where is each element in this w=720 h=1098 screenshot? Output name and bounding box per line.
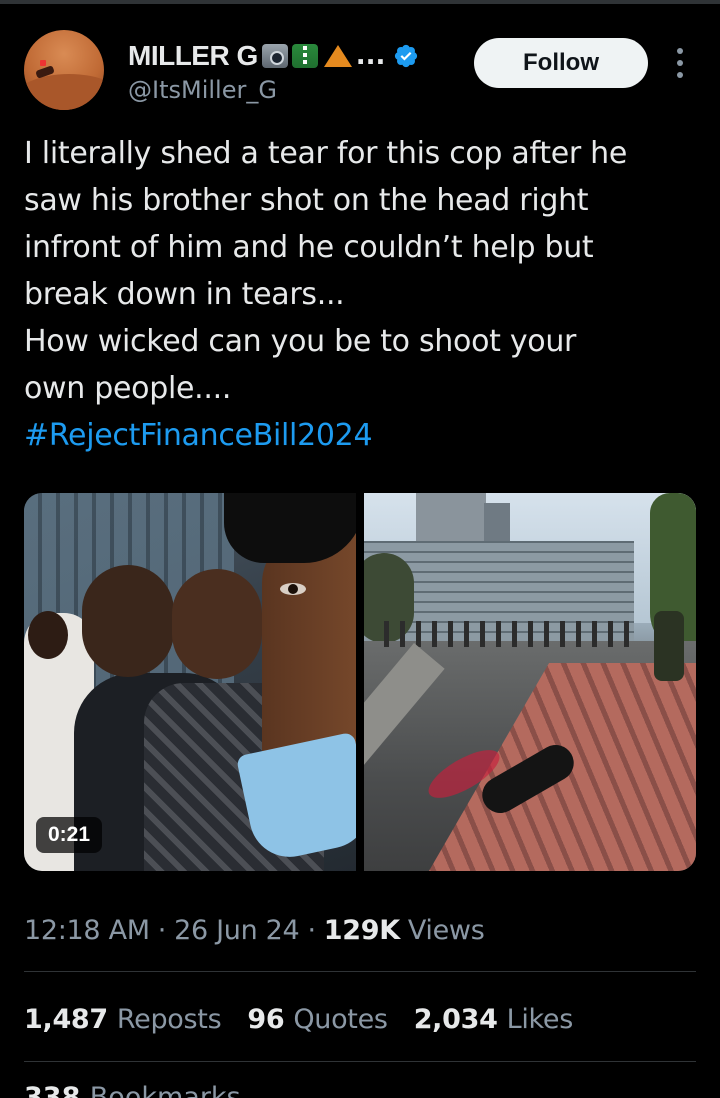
avatar[interactable] (24, 30, 104, 110)
more-options-icon[interactable] (670, 48, 690, 78)
tweet-line: break down in tears... (24, 277, 345, 312)
l-head1 (28, 611, 68, 659)
follow-button[interactable]: Follow (474, 38, 648, 88)
l-eye (280, 583, 306, 595)
views-label: Views (407, 914, 485, 946)
camera-flash-icon (261, 44, 288, 68)
l-head2 (82, 565, 174, 677)
tweet-line: How wicked can you be to shoot your (24, 324, 577, 359)
top-divider (0, 0, 720, 4)
tweet-text: I literally shed a tear for this cop aft… (24, 130, 696, 459)
tweet-time[interactable]: 12:18 AM (24, 915, 150, 946)
tweet-line: infront of him and he couldn’t help but (24, 230, 594, 265)
tweet-line: own people.... (24, 371, 232, 406)
more-dot (677, 48, 683, 54)
verified-badge-icon[interactable] (393, 43, 419, 69)
l-head3 (172, 569, 262, 679)
tent-icon (323, 45, 352, 67)
bookmarks-label: Bookmarks (89, 1082, 241, 1098)
reposts-count: 1,487 (24, 1003, 108, 1035)
avatar-flag (40, 60, 46, 66)
reposts-stat[interactable]: 1,487 Reposts (24, 1003, 222, 1035)
l-cap (224, 493, 356, 563)
likes-count: 2,034 (413, 1003, 498, 1035)
author-handle[interactable]: @ItsMiller_G (128, 76, 277, 104)
quotes-label: Quotes (293, 1003, 388, 1035)
r-crowd (384, 621, 634, 647)
bookmarks-count: 338 (24, 1082, 81, 1098)
photo-thumbnail[interactable] (364, 493, 696, 871)
quotes-count: 96 (247, 1003, 285, 1035)
more-dot (677, 72, 683, 78)
quotes-stat[interactable]: 96 Quotes (247, 1003, 388, 1035)
video-duration-badge: 0:21 (36, 817, 103, 853)
views-count: 129K (323, 914, 400, 946)
tweet-date[interactable]: 26 Jun 24 (174, 915, 300, 946)
hashtag-link[interactable]: #RejectFinanceBill2024 (24, 412, 696, 459)
avatar-dune (24, 74, 104, 110)
tweet-line: saw his brother shot on the head right (24, 183, 589, 218)
divider (24, 1061, 696, 1062)
meta-separator: · (307, 914, 316, 946)
meta-separator: · (157, 914, 167, 946)
r-police (654, 611, 684, 681)
motorway-icon (291, 44, 318, 68)
engagement-stats: 1,487 Reposts 96 Quotes 2,034 Likes (24, 998, 599, 1040)
tweet-line: I literally shed a tear for this cop aft… (24, 136, 627, 171)
likes-label: Likes (506, 1003, 574, 1035)
more-dot (677, 60, 683, 66)
video-thumbnail[interactable]: 0:21 (24, 493, 356, 871)
bookmarks-stat[interactable]: 338 Bookmarks (24, 1082, 241, 1098)
author-name-row[interactable]: MILLER G ... (128, 36, 419, 76)
tweet-header: MILLER G ... @ItsMiller_G Follow (24, 30, 704, 114)
name-truncation: ... (355, 41, 386, 71)
reposts-label: Reposts (116, 1003, 222, 1035)
tweet-meta: 12:18 AM · 26 Jun 24 · 129K Views (24, 910, 485, 950)
author-display-name[interactable]: MILLER G (128, 40, 258, 72)
media-grid: 0:21 (24, 493, 696, 871)
likes-stat[interactable]: 2,034 Likes (413, 1003, 574, 1035)
divider (24, 971, 696, 972)
